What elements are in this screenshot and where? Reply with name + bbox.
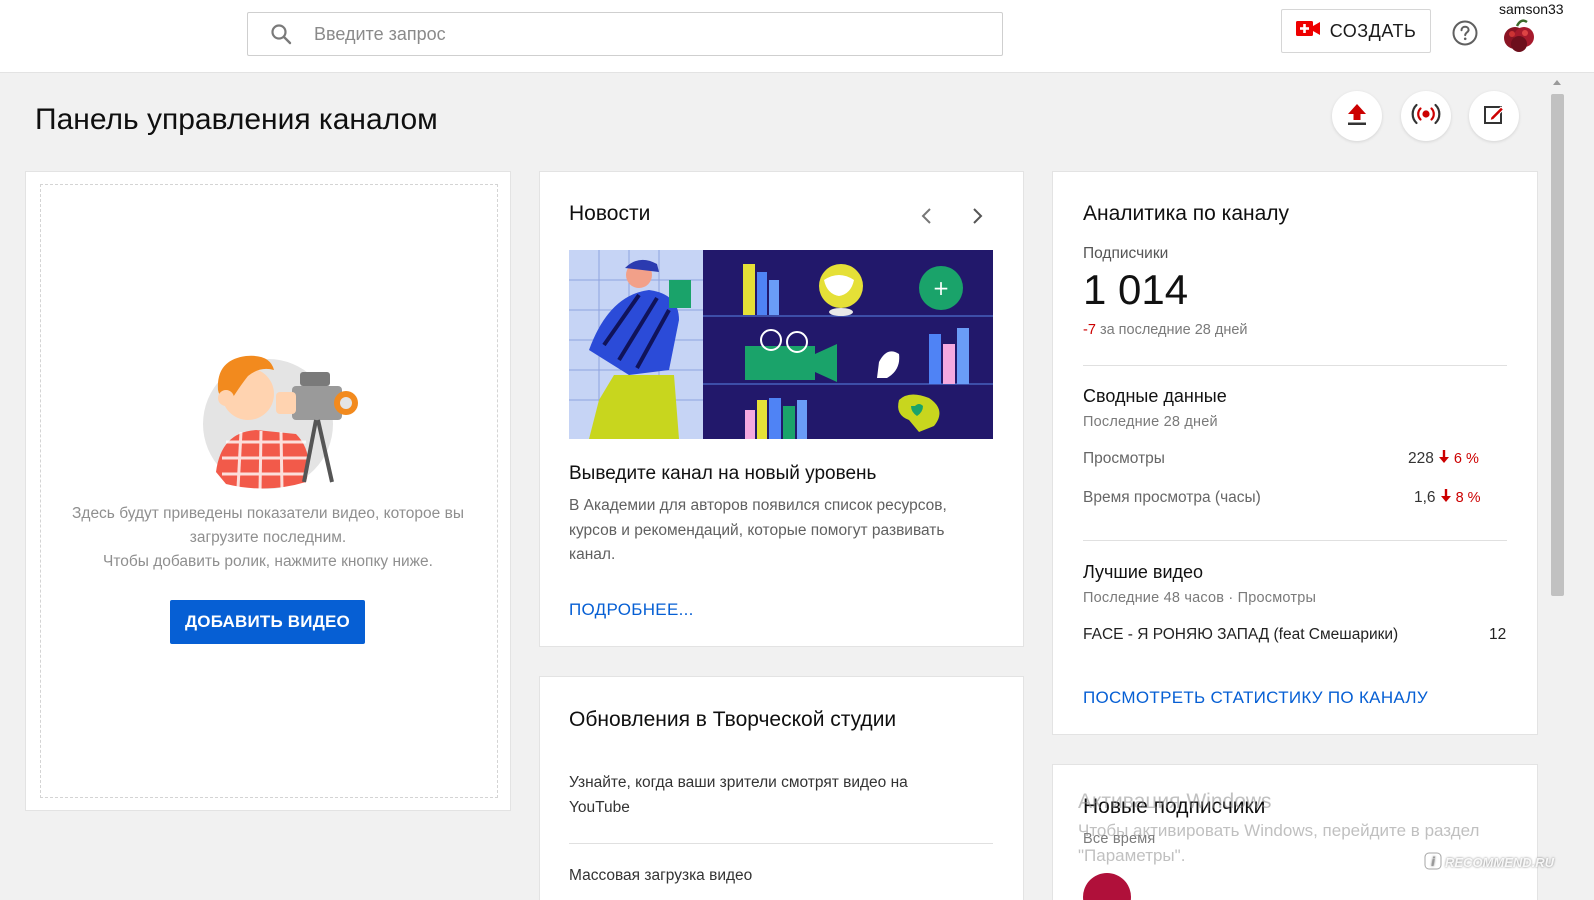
- upload-button[interactable]: [1332, 91, 1382, 141]
- windows-activation-title: Активация Windows: [1078, 790, 1272, 813]
- create-button[interactable]: СОЗДАТЬ: [1281, 9, 1431, 53]
- top-videos-title: Лучшие видео: [1083, 562, 1204, 582]
- news-banner-image[interactable]: +: [569, 250, 993, 439]
- arrow-down-icon: [1440, 488, 1452, 507]
- source-watermark: i RECOMMEND.RU: [1424, 852, 1554, 873]
- empty-state-line-2: загрузите последним.: [189, 529, 347, 546]
- summary-period: Последние 28 дней: [1083, 414, 1218, 430]
- update-item-2[interactable]: Массовая загрузка видео: [569, 867, 752, 885]
- create-button-label: СОЗДАТЬ: [1329, 20, 1417, 41]
- studio-updates-title: Обновления в Творческой студии: [569, 708, 897, 731]
- live-broadcast-icon: [1411, 103, 1441, 130]
- top-videos-period: Последние 48 часов · Просмотры: [1083, 590, 1317, 606]
- watch-time-label: Время просмотра (часы): [1083, 489, 1261, 506]
- views-change: 6 %: [1453, 450, 1479, 467]
- upload-icon: [1346, 102, 1368, 131]
- top-bar: СОЗДАТЬ samson33: [0, 0, 1594, 73]
- scrollbar-thumb[interactable]: [1551, 94, 1564, 596]
- arrow-down-icon: [1438, 449, 1450, 468]
- add-video-button[interactable]: ДОБАВИТЬ ВИДЕО: [170, 600, 365, 644]
- page-scrollbar[interactable]: [1548, 74, 1566, 900]
- views-value: 228: [1408, 449, 1434, 467]
- chevron-right-icon[interactable]: [970, 206, 984, 231]
- watch-time-change: 8 %: [1455, 489, 1481, 506]
- news-headline[interactable]: Выведите канал на новый уровень: [569, 463, 876, 485]
- subscriber-avatar[interactable]: [1083, 873, 1131, 900]
- latest-video-card: Здесь будут приведены показатели видео, …: [25, 171, 511, 811]
- update-item-1[interactable]: Узнайте, когда ваши зрители смотрят виде…: [569, 771, 949, 820]
- views-metric: 228 6 %: [1408, 449, 1479, 468]
- video-camera-icon: [1295, 20, 1320, 42]
- avatar[interactable]: [1499, 16, 1539, 54]
- chevron-left-icon[interactable]: [920, 206, 934, 231]
- username: samson33: [1499, 1, 1564, 17]
- windows-activation-text-2: "Параметры".: [1078, 846, 1186, 865]
- top-video-views: 12: [1489, 626, 1507, 643]
- source-watermark-text: RECOMMEND.RU: [1445, 855, 1555, 870]
- news-body-text: В Академии для авторов появился список р…: [569, 497, 947, 563]
- search-icon[interactable]: [248, 22, 314, 46]
- divider: [1083, 365, 1507, 366]
- page-title: Панель управления каналом: [35, 103, 438, 136]
- edit-post-icon: [1483, 103, 1505, 130]
- subscribers-change: -7 за последние 28 дней: [1083, 322, 1248, 338]
- camera-person-illustration: [196, 342, 358, 493]
- help-icon[interactable]: [1451, 19, 1479, 47]
- empty-state-line-1: Здесь будут приведены показатели видео, …: [72, 505, 464, 522]
- subscribers-count: 1 014: [1083, 266, 1189, 313]
- news-card: Новости + Выведите канал на новый уровен…: [539, 171, 1024, 647]
- watch-time-value: 1,6: [1414, 488, 1436, 506]
- svg-text:+: +: [933, 276, 950, 300]
- analytics-title: Аналитика по каналу: [1083, 202, 1290, 225]
- news-title: Новости: [569, 202, 651, 225]
- empty-state-line-3: Чтобы добавить ролик, нажмите кнопку ниж…: [103, 553, 433, 570]
- search-input[interactable]: [314, 23, 954, 45]
- windows-activation-text-1: Чтобы активировать Windows, перейдите в …: [1078, 821, 1480, 840]
- channel-analytics-card: Аналитика по каналу Подписчики 1 014 -7 …: [1052, 171, 1538, 735]
- recommend-logo-icon: i: [1424, 852, 1442, 873]
- studio-updates-card: Обновления в Творческой студии Узнайте, …: [539, 676, 1024, 900]
- watch-time-metric: 1,6 8 %: [1414, 488, 1481, 507]
- view-channel-stats-link[interactable]: ПОСМОТРЕТЬ СТАТИСТИКУ ПО КАНАЛУ: [1083, 688, 1428, 708]
- views-label: Просмотры: [1083, 450, 1165, 467]
- create-post-button[interactable]: [1469, 91, 1519, 141]
- top-video-title[interactable]: FACE - Я РОНЯЮ ЗАПАД (feat Смешарики): [1083, 626, 1398, 644]
- summary-title: Сводные данные: [1083, 386, 1227, 406]
- divider: [569, 843, 993, 844]
- subscribers-label: Подписчики: [1083, 245, 1169, 262]
- go-live-button[interactable]: [1401, 91, 1451, 141]
- search-box[interactable]: [247, 12, 1003, 56]
- subscribers-change-period: за последние 28 дней: [1099, 322, 1248, 338]
- divider: [1083, 540, 1507, 541]
- scroll-up-arrow-icon[interactable]: [1553, 80, 1561, 85]
- subscribers-change-value: -7: [1083, 322, 1096, 338]
- news-more-link[interactable]: ПОДРОБНЕЕ...: [569, 600, 694, 620]
